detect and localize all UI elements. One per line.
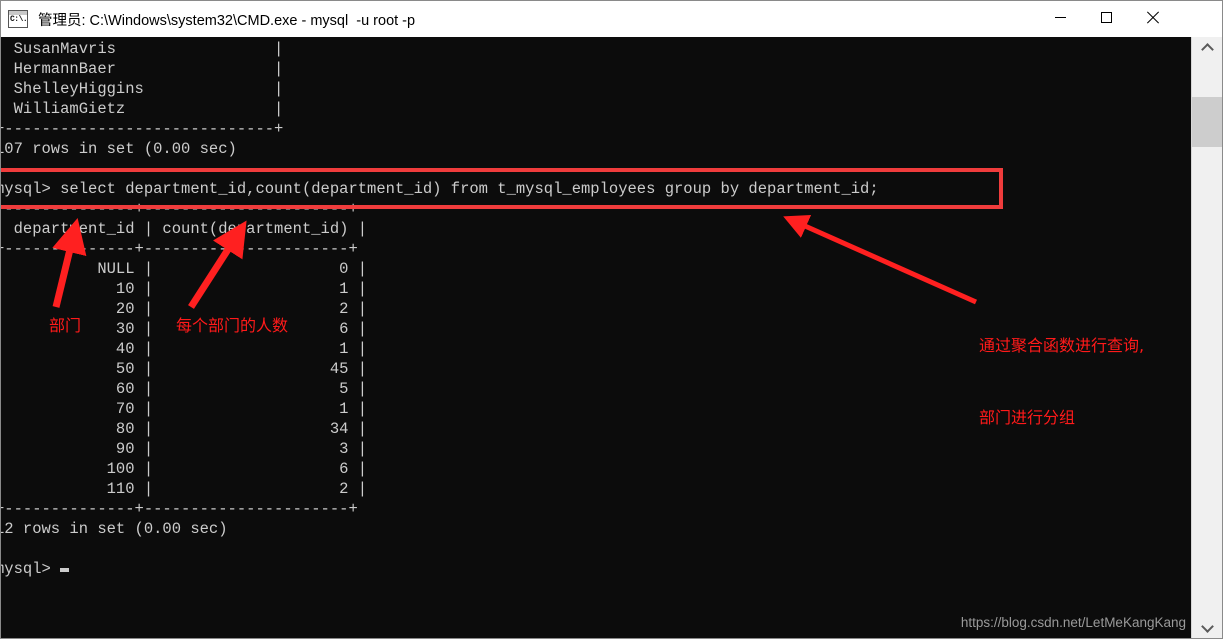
maximize-icon xyxy=(1100,11,1112,23)
console-line: 107 rows in set (0.00 sec) xyxy=(1,140,237,158)
minimize-icon xyxy=(1054,16,1066,18)
console-line: | 70 | 1 | xyxy=(1,400,368,418)
console-line: | 40 | 1 | xyxy=(1,340,368,358)
console-line: | 110 | 2 | xyxy=(1,480,368,498)
console-line: +-----------------------------+ xyxy=(1,120,284,138)
cmd-icon xyxy=(8,10,28,28)
console-line: | ShelleyHiggins | xyxy=(1,80,284,98)
console-line: mysql> xyxy=(1,559,1191,579)
console-line: | department_id | count(department_id) | xyxy=(1,220,368,238)
scroll-down-icon[interactable] xyxy=(1192,617,1222,638)
console-line: +--------------+----------------------+ xyxy=(1,200,358,218)
close-button[interactable] xyxy=(1129,1,1175,33)
window-title: 管理员: C:\Windows\system32\CMD.exe - mysql… xyxy=(38,12,416,29)
chevron-down-icon xyxy=(1200,620,1214,633)
chevron-up-icon xyxy=(1200,43,1214,56)
minimize-button[interactable] xyxy=(1037,1,1083,33)
console-line: +--------------+----------------------+ xyxy=(1,240,358,258)
console-line: | 30 | 6 | xyxy=(1,320,368,338)
console-line: | NULL | 0 | xyxy=(1,260,368,278)
watermark: https://blog.csdn.net/LetMeKangKang xyxy=(960,615,1186,630)
cmd-window: 管理员: C:\Windows\system32\CMD.exe - mysql… xyxy=(0,0,1223,639)
console-line: | 90 | 3 | xyxy=(1,440,368,458)
console-line: | HermannBaer | xyxy=(1,60,284,78)
console-line: | WilliamGietz | xyxy=(1,100,284,118)
scrollbar-thumb[interactable] xyxy=(1192,97,1222,147)
console-line: mysql> select department_id,count(depart… xyxy=(1,180,879,198)
scroll-up-icon[interactable] xyxy=(1192,37,1222,59)
console-line: 12 rows in set (0.00 sec) xyxy=(1,520,228,538)
console-lines: | SusanMavris | | HermannBaer | | ShelleyH… xyxy=(1,39,1191,579)
console-output-area[interactable]: | SusanMavris | | HermannBaer | | ShelleyH… xyxy=(1,37,1191,638)
close-icon xyxy=(1146,11,1159,24)
console-line: | 60 | 5 | xyxy=(1,380,368,398)
console-line: | 80 | 34 | xyxy=(1,420,368,438)
console-line: +--------------+----------------------+ xyxy=(1,500,358,518)
console-line: | 20 | 2 | xyxy=(1,300,368,318)
vertical-scrollbar[interactable] xyxy=(1191,37,1222,638)
title-bar[interactable]: 管理员: C:\Windows\system32\CMD.exe - mysql… xyxy=(1,1,1222,37)
maximize-button[interactable] xyxy=(1083,1,1129,33)
console-line: | 50 | 45 | xyxy=(1,360,368,378)
console-line: | 10 | 1 | xyxy=(1,280,368,298)
console-line: | SusanMavris | xyxy=(1,40,284,58)
console-line: | 100 | 6 | xyxy=(1,460,368,478)
text-cursor xyxy=(59,568,69,572)
